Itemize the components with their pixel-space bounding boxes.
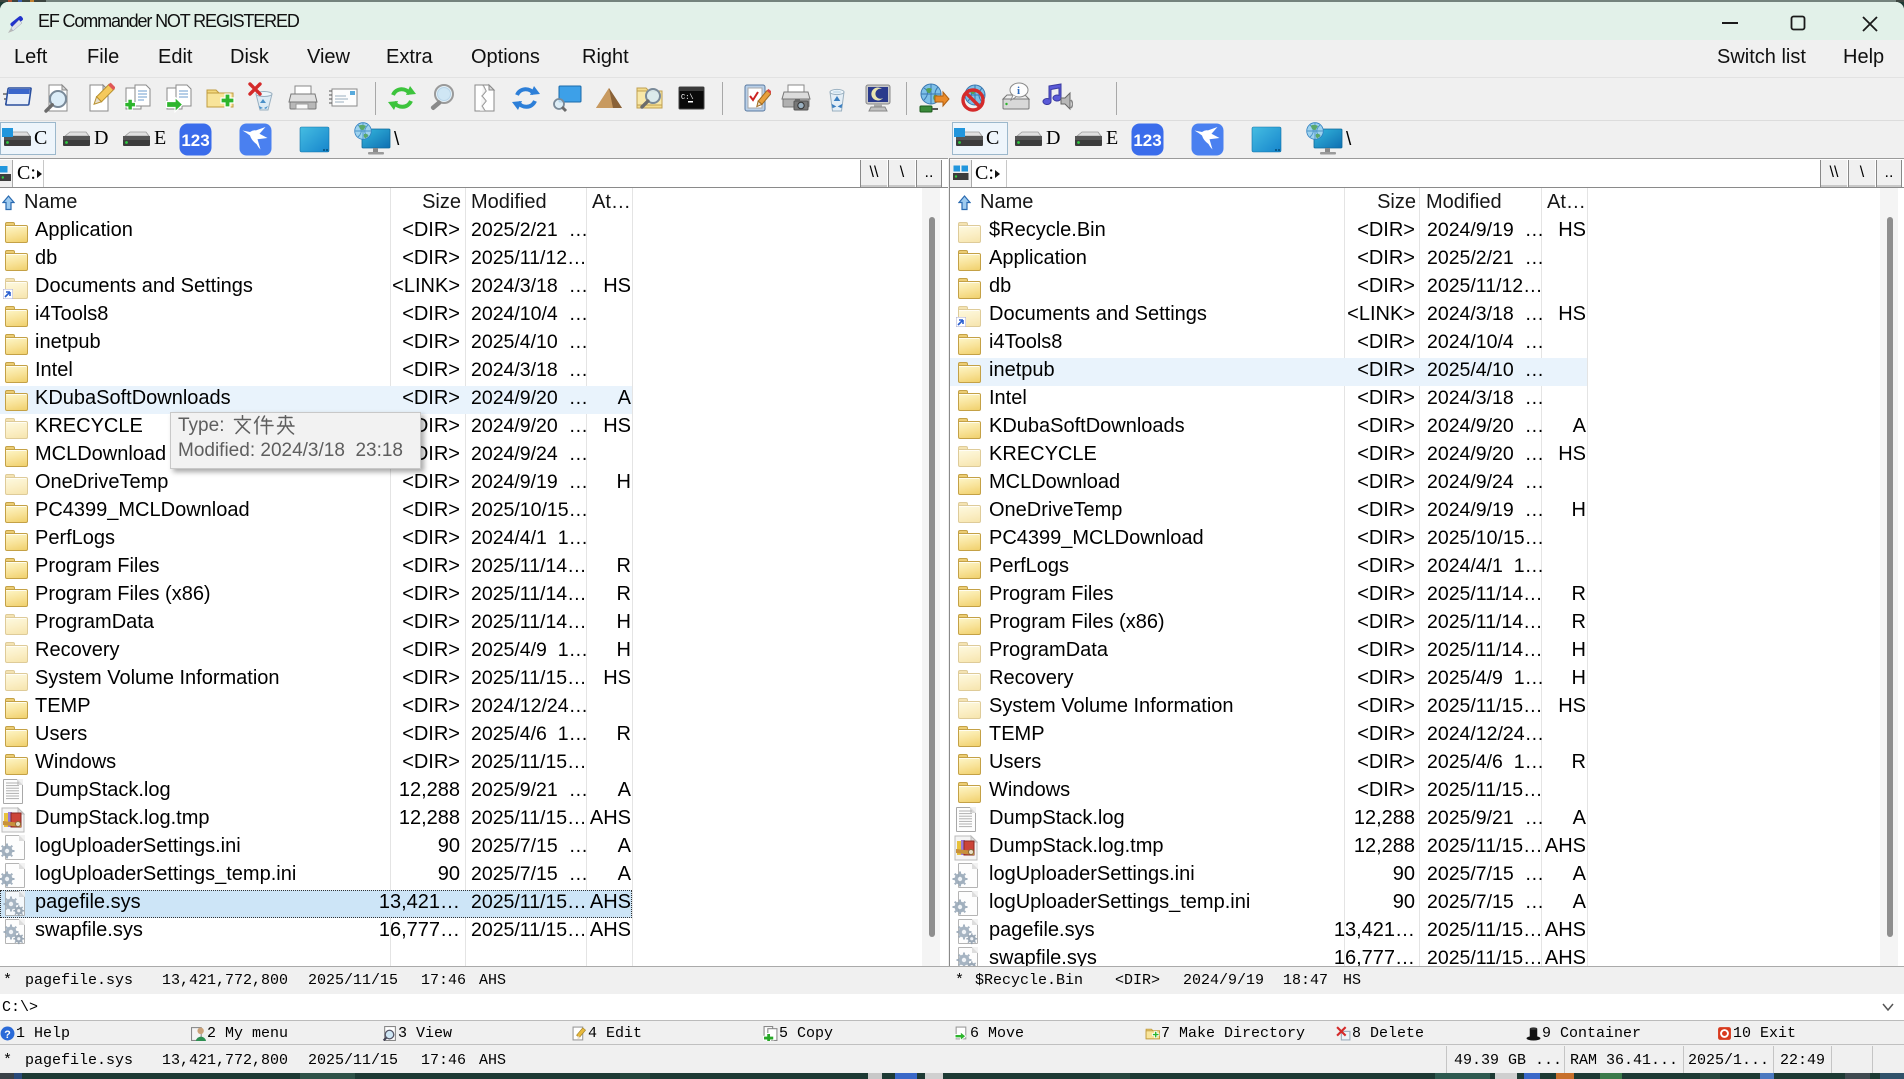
svg-text:C:\: C:\ <box>681 94 694 102</box>
svg-text:123: 123 <box>181 131 209 150</box>
svg-text:i: i <box>1017 85 1020 97</box>
svg-text:123: 123 <box>1133 131 1161 150</box>
svg-text:?: ? <box>4 1029 11 1041</box>
